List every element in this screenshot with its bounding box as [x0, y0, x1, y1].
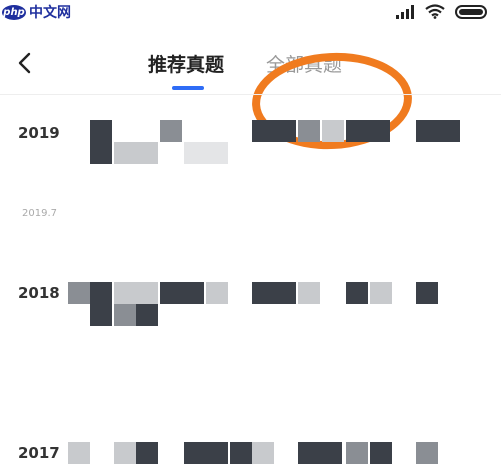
- status-bar: php 中文网: [0, 0, 501, 26]
- blurred-content: [114, 442, 136, 464]
- blurred-content: [322, 120, 344, 142]
- blurred-content: [90, 120, 112, 142]
- blurred-content: [416, 120, 460, 142]
- watermark-logo: php 中文网: [2, 2, 71, 22]
- blurred-content: [252, 442, 274, 464]
- blurred-content: [252, 282, 296, 304]
- blurred-content: [206, 282, 228, 304]
- battery-fill: [459, 8, 483, 15]
- status-icons: [395, 4, 487, 19]
- blurred-content: [184, 142, 206, 164]
- signal-icon: [396, 4, 414, 19]
- blurred-content: [114, 304, 136, 326]
- nav-bar: 推荐真题 全部真题: [0, 36, 501, 154]
- blurred-content: [370, 442, 392, 464]
- blurred-content: [68, 282, 90, 304]
- nav-divider: [0, 94, 501, 95]
- blurred-content: [298, 282, 320, 304]
- row-sub-label: 2019.7: [22, 208, 57, 219]
- wifi-icon: [425, 4, 445, 19]
- blurred-content: [346, 282, 368, 304]
- tab-recommended[interactable]: 推荐真题: [148, 50, 224, 77]
- list-item[interactable]: 2018: [0, 280, 501, 330]
- blurred-content: [114, 282, 136, 304]
- blurred-content: [136, 442, 158, 464]
- blurred-content: [90, 282, 112, 304]
- blurred-content: [416, 442, 438, 464]
- list-item[interactable]: 2017: [0, 440, 501, 464]
- blurred-content: [370, 282, 392, 304]
- blurred-content: [252, 120, 296, 142]
- blurred-content: [136, 142, 158, 164]
- blurred-content: [298, 442, 342, 464]
- blurred-content: [160, 282, 204, 304]
- battery-icon: [455, 4, 487, 19]
- back-button[interactable]: [12, 48, 38, 78]
- blurred-content: [346, 120, 390, 142]
- blurred-content: [68, 442, 90, 464]
- blurred-content: [90, 142, 112, 164]
- blurred-content: [136, 282, 158, 304]
- tab-all[interactable]: 全部真题: [266, 50, 342, 77]
- list-item[interactable]: 2019.7: [0, 206, 501, 226]
- list-item[interactable]: 2019: [0, 118, 501, 170]
- blurred-content: [114, 142, 136, 164]
- watermark-badge: php: [2, 4, 26, 20]
- row-year-label: 2019: [18, 124, 60, 142]
- blurred-content: [184, 442, 228, 464]
- watermark-text: 中文网: [29, 5, 71, 21]
- row-year-label: 2017: [18, 444, 60, 462]
- blurred-content: [206, 142, 228, 164]
- blurred-content: [136, 304, 158, 326]
- blurred-content: [416, 282, 438, 304]
- blurred-content: [160, 120, 182, 142]
- row-year-label: 2018: [18, 284, 60, 302]
- blurred-content: [230, 442, 252, 464]
- blurred-content: [90, 304, 112, 326]
- blurred-content: [298, 120, 320, 142]
- chevron-left-icon: [18, 52, 31, 74]
- blurred-content: [346, 442, 368, 464]
- active-tab-indicator: [172, 86, 204, 90]
